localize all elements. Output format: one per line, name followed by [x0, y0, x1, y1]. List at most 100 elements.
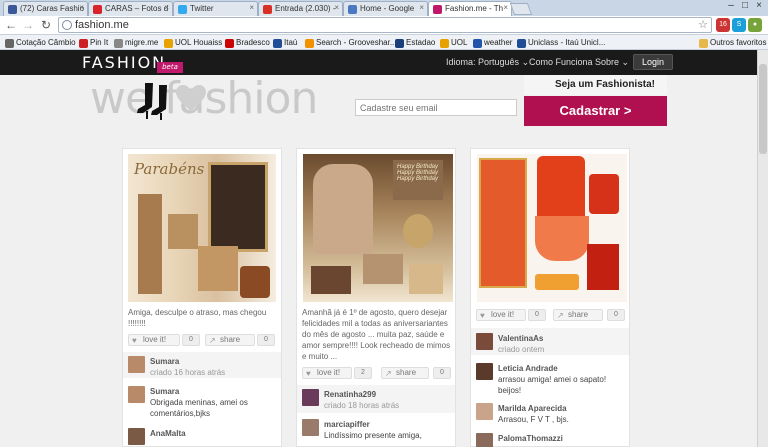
love-count: 2	[354, 367, 372, 379]
bookmark-item[interactable]: Bradesco	[225, 37, 270, 49]
look-image[interactable]	[477, 154, 627, 302]
extension-icon[interactable]: 16	[716, 18, 730, 32]
trousers-item	[138, 194, 162, 294]
skype-icon[interactable]: S	[732, 18, 746, 32]
avatar[interactable]	[476, 403, 493, 420]
bookmark-item[interactable]: UOL Houaiss	[164, 37, 222, 49]
scrollbar[interactable]	[757, 50, 768, 447]
bookmark-item[interactable]: Uniclass - Itaú Unicl...	[517, 37, 605, 49]
facebook-icon	[8, 5, 17, 14]
window-controls: – □ ×	[724, 0, 766, 14]
itau-icon	[273, 39, 282, 48]
bookmark-item[interactable]: migre.me	[114, 37, 158, 49]
boots-illustration	[137, 83, 167, 120]
web-page: FASHION beta Idioma: Português ⌄ Como Fun…	[0, 50, 757, 447]
signup-button[interactable]: Cadastrar >	[524, 96, 667, 126]
bookmark-item[interactable]: Estadao	[395, 37, 435, 49]
language-menu[interactable]: Idioma: Português ⌄	[446, 57, 529, 68]
look-image[interactable]: Parabéns	[128, 154, 276, 302]
bookmark-item[interactable]: weather	[473, 37, 512, 49]
model-figure	[479, 158, 527, 288]
uol-icon	[440, 39, 449, 48]
bookmark-item[interactable]: Cotação Câmbio	[5, 37, 76, 49]
comment: Leticia Andrade arrasou amiga! amei o sap…	[476, 363, 624, 395]
about-menu[interactable]: Sobre ⌄	[595, 57, 629, 68]
avatar[interactable]	[302, 389, 319, 406]
browser-tab-active[interactable]: Fashion.me - Th ×	[428, 1, 512, 16]
email-input[interactable]	[355, 99, 517, 116]
close-tab-icon[interactable]: ×	[334, 3, 339, 12]
avatar[interactable]	[128, 428, 145, 445]
heart-icon: ♥	[306, 369, 311, 378]
close-tab-icon[interactable]: ×	[79, 3, 84, 12]
extension-icon[interactable]: ●	[748, 18, 762, 32]
folder-icon	[699, 39, 708, 48]
parabens-title: Parabéns	[134, 160, 205, 178]
forward-icon[interactable]: →	[20, 18, 36, 33]
love-button[interactable]: ♥ love it!	[128, 334, 180, 346]
look-caption: Amiga, desculpe o atraso, mas chegou !!!…	[128, 308, 267, 328]
other-bookmarks[interactable]: Outros favoritos	[699, 37, 766, 49]
bookmark-item[interactable]: Search - Grooveshar...	[305, 37, 396, 49]
site-header: FASHION beta Idioma: Português ⌄ Como Fun…	[0, 50, 757, 75]
fashion-me-icon	[433, 5, 442, 14]
close-tab-icon[interactable]: ×	[249, 3, 254, 12]
chevron-down-icon: ⌄	[621, 57, 630, 67]
chevron-down-icon: ⌄	[521, 57, 530, 67]
close-tab-icon[interactable]: ×	[503, 3, 508, 12]
bookmark-item[interactable]: Itaú	[273, 37, 297, 49]
love-button[interactable]: ♥ love it!	[476, 309, 526, 321]
browser-tab[interactable]: (72) Caras Fashio ×	[3, 1, 88, 16]
look-image[interactable]: Happy Birthday Happy Birthday Happy Birthd…	[303, 154, 453, 302]
avatar[interactable]	[476, 433, 493, 447]
look-card[interactable]: ♥ love it! 0 ↗ share 0 ValentinaAs criado o…	[470, 148, 630, 447]
avatar[interactable]	[128, 386, 145, 403]
how-it-works-link[interactable]: Como Funciona	[529, 57, 593, 67]
browser-tab[interactable]: Home - Google ×	[343, 1, 428, 16]
weather-icon	[473, 39, 482, 48]
bookmark-star-icon[interactable]: ☆	[698, 18, 708, 32]
scrollbar-thumb[interactable]	[759, 64, 767, 154]
accessory-item	[535, 274, 579, 290]
maximize-icon[interactable]: □	[738, 0, 752, 11]
beta-badge: beta	[157, 62, 183, 73]
look-card[interactable]: Happy Birthday Happy Birthday Happy Birthd…	[296, 148, 456, 447]
site-logo[interactable]: FASHION beta	[82, 53, 183, 73]
bookmark-item[interactable]: UOL	[440, 37, 467, 49]
reload-icon[interactable]: ↻	[38, 18, 54, 33]
comment: Sumara Obrigada meninas, amei os comentár…	[128, 386, 276, 418]
login-button[interactable]: Login	[633, 54, 673, 70]
share-count: 0	[257, 334, 275, 346]
estadao-icon	[395, 39, 404, 48]
address-bar[interactable]: fashion.me ☆	[58, 17, 712, 33]
boots-item	[311, 266, 351, 294]
close-tab-icon[interactable]: ×	[419, 3, 424, 12]
bag-item	[363, 254, 403, 284]
navigation-bar: ← → ↻ fashion.me ☆ 16 S ●	[0, 16, 768, 35]
browser-tab[interactable]: Entrada (2.030) - ×	[258, 1, 343, 16]
love-button[interactable]: ♥ love it!	[302, 367, 352, 379]
look-card[interactable]: Parabéns Amiga, desculpe o atraso, mas c…	[122, 148, 282, 447]
share-icon: ↗	[385, 369, 392, 378]
share-button[interactable]: ↗ share	[381, 367, 429, 379]
close-tab-icon[interactable]: ×	[164, 3, 169, 12]
avatar[interactable]	[302, 419, 319, 436]
gmail-icon	[263, 5, 272, 14]
share-button[interactable]: ↗ share	[553, 309, 603, 321]
bookmark-item[interactable]: Pin It	[79, 37, 108, 49]
back-icon[interactable]: ←	[3, 18, 19, 33]
new-tab-button[interactable]	[509, 3, 533, 15]
jacket-item	[537, 156, 585, 216]
avatar[interactable]	[128, 356, 145, 373]
avatar[interactable]	[476, 333, 493, 350]
browser-tab[interactable]: Twitter ×	[173, 1, 258, 16]
google-icon	[348, 5, 357, 14]
minimize-icon[interactable]: –	[724, 0, 738, 11]
pinterest-icon	[79, 39, 88, 48]
bookmark-icon	[5, 39, 14, 48]
close-window-icon[interactable]: ×	[752, 0, 766, 11]
share-button[interactable]: ↗ share	[205, 334, 255, 346]
bookmarks-bar: Cotação Câmbio Pin It migre.me UOL Houai…	[0, 35, 768, 50]
browser-tab[interactable]: CARAS – Fotos d ×	[88, 1, 173, 16]
avatar[interactable]	[476, 363, 493, 380]
